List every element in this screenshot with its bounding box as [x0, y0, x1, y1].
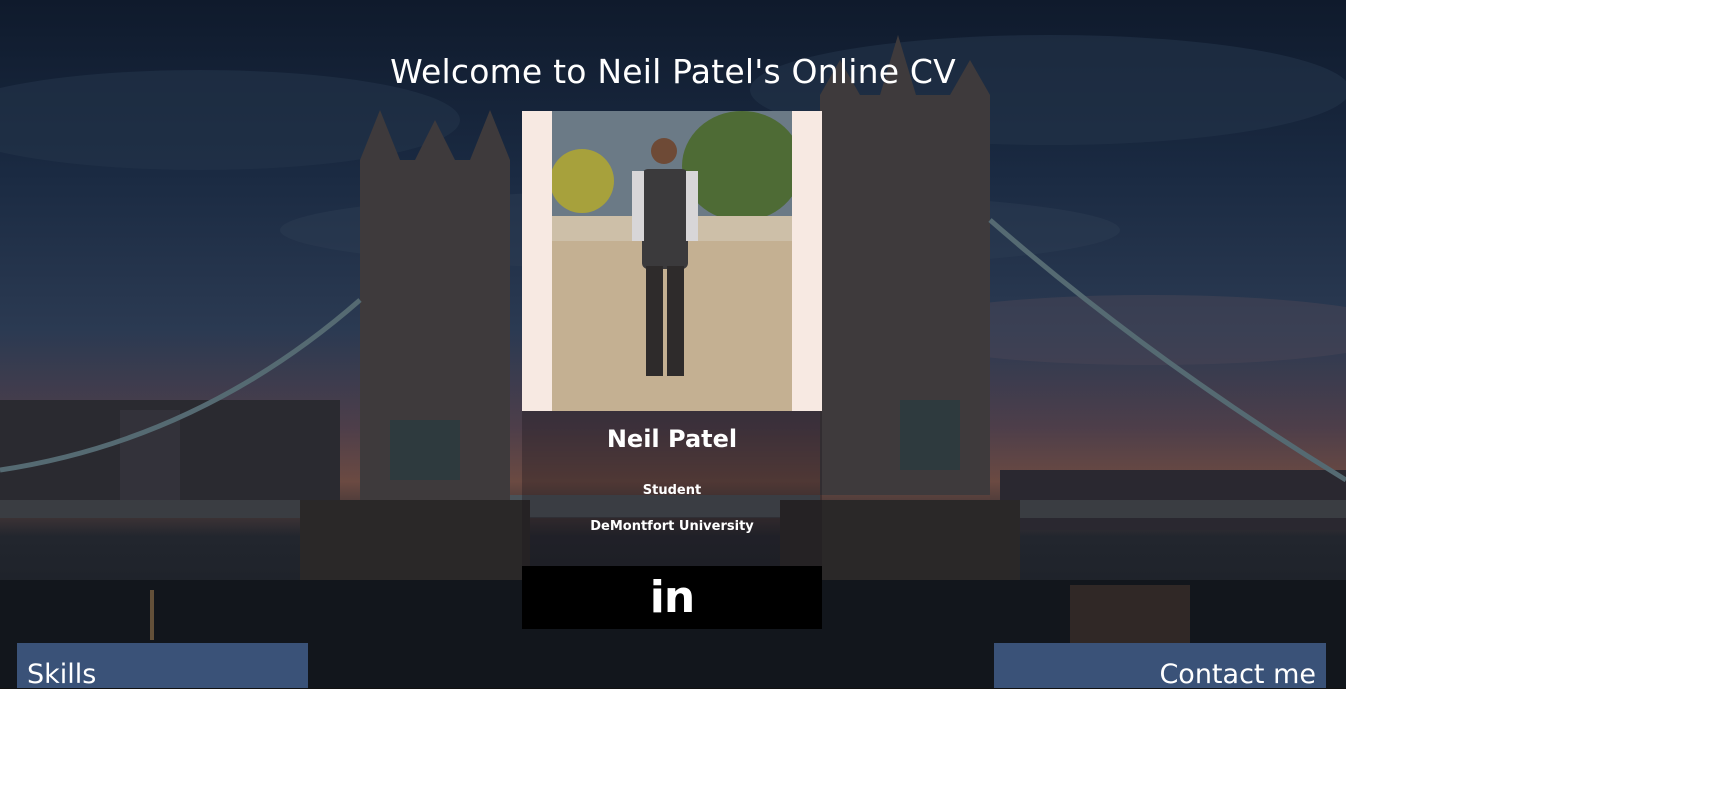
profile-role: Student	[642, 483, 702, 498]
hero-background: Welcome to Neil Patel's Online CV Neil P…	[0, 0, 1346, 689]
profile-name: Neil Patel	[606, 425, 738, 453]
portrait-image	[552, 111, 792, 411]
contact-me-button[interactable]: Contact me	[994, 643, 1326, 688]
profile-photo	[522, 111, 822, 411]
profile-card: Neil Patel Student DeMontfort University…	[522, 111, 822, 629]
page-title: Welcome to Neil Patel's Online CV	[390, 52, 956, 91]
linkedin-icon: in	[649, 571, 695, 623]
linkedin-link[interactable]: in	[522, 566, 822, 629]
profile-university: DeMontfort University	[590, 519, 754, 534]
skills-label: Skills	[27, 659, 97, 688]
skills-button[interactable]: Skills	[17, 643, 308, 688]
contact-me-label: Contact me	[1159, 659, 1316, 688]
